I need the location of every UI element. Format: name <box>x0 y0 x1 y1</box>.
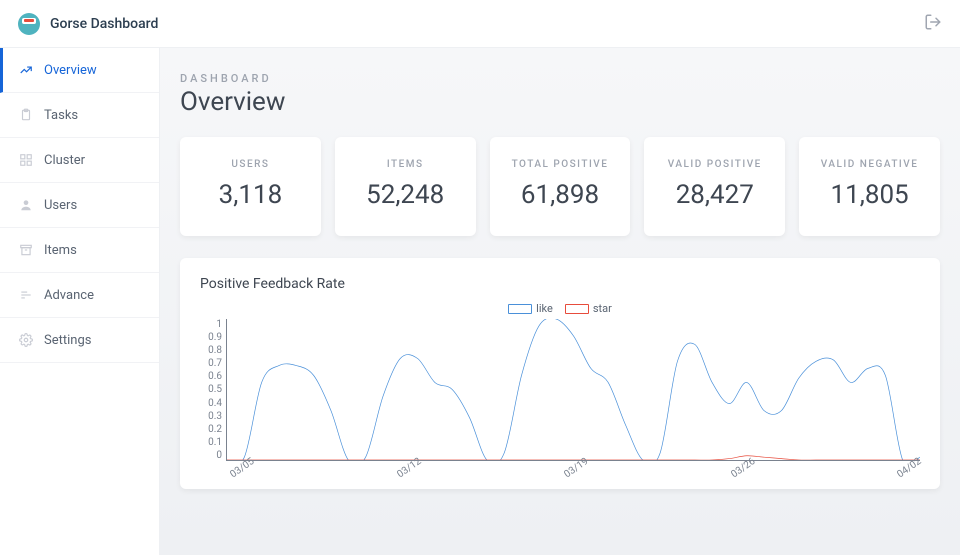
gear-icon <box>18 332 34 348</box>
page-title: Overview <box>180 87 940 117</box>
archive-icon <box>18 242 34 258</box>
sidebar-item-overview[interactable]: Overview <box>0 48 159 93</box>
stat-card: TOTAL POSITIVE 61,898 <box>490 137 631 236</box>
stat-card: VALID POSITIVE 28,427 <box>644 137 785 236</box>
topbar: Gorse Dashboard <box>0 0 960 48</box>
brand-title: Gorse Dashboard <box>50 16 158 32</box>
sidebar-item-settings[interactable]: Settings <box>0 318 159 363</box>
y-tick: 0.3 <box>200 411 222 422</box>
stat-value: 28,427 <box>654 180 775 210</box>
stat-card: USERS 3,118 <box>180 137 321 236</box>
brand-logo-icon <box>18 13 40 35</box>
legend-label: star <box>593 302 612 315</box>
sidebar-item-users[interactable]: Users <box>0 183 159 228</box>
trend-icon <box>18 62 34 78</box>
stat-row: USERS 3,118 ITEMS 52,248 TOTAL POSITIVE 61,89… <box>180 137 940 236</box>
breadcrumb: DASHBOARD <box>180 72 940 85</box>
y-tick: 0 <box>200 450 222 461</box>
stat-label: VALID NEGATIVE <box>809 159 930 170</box>
stat-value: 3,118 <box>190 180 311 210</box>
sidebar: Overview Tasks Cluster Users Items Advance Set… <box>0 48 160 555</box>
y-tick: 0.1 <box>200 437 222 448</box>
y-tick: 0.2 <box>200 424 222 435</box>
y-tick: 0.8 <box>200 345 222 356</box>
legend-label: like <box>536 302 553 315</box>
sidebar-item-advance[interactable]: Advance <box>0 273 159 318</box>
brand: Gorse Dashboard <box>18 13 158 35</box>
chart-title: Positive Feedback Rate <box>200 276 920 292</box>
sidebar-item-label: Settings <box>44 333 91 348</box>
sidebar-item-cluster[interactable]: Cluster <box>0 138 159 183</box>
chart-plot <box>226 319 920 461</box>
sidebar-item-items[interactable]: Items <box>0 228 159 273</box>
content: DASHBOARD Overview USERS 3,118 ITEMS 52,248… <box>160 48 960 555</box>
stat-value: 61,898 <box>500 180 621 210</box>
chart-y-axis: 1 0.9 0.8 0.7 0.6 0.5 0.4 0.3 0.2 0.1 0 <box>200 319 226 479</box>
stat-card: VALID NEGATIVE 11,805 <box>799 137 940 236</box>
chart-legend: like star <box>200 302 920 315</box>
chart-line-like <box>227 319 920 460</box>
stat-card: ITEMS 52,248 <box>335 137 476 236</box>
chart-area: 10.90.80.70.60.50.40.30.20.10 03/0503/12… <box>200 319 920 479</box>
legend-swatch <box>565 304 589 314</box>
y-tick: 0.5 <box>200 384 222 395</box>
y-tick: 0.6 <box>200 371 222 382</box>
sidebar-item-label: Advance <box>44 288 94 303</box>
stat-label: USERS <box>190 159 311 170</box>
chart-card: Positive Feedback Rate like star 1 0.9 0.8 0… <box>180 258 940 489</box>
stat-value: 52,248 <box>345 180 466 210</box>
sidebar-item-label: Tasks <box>44 108 78 123</box>
stat-label: ITEMS <box>345 159 466 170</box>
y-tick: 0.9 <box>200 332 222 343</box>
stat-value: 11,805 <box>809 180 930 210</box>
sidebar-item-tasks[interactable]: Tasks <box>0 93 159 138</box>
logout-icon[interactable] <box>924 13 942 35</box>
legend-item: star <box>565 302 612 315</box>
sidebar-item-label: Overview <box>44 63 97 78</box>
y-tick: 0.7 <box>200 358 222 369</box>
y-tick: 1 <box>200 319 222 330</box>
clipboard-icon <box>18 107 34 123</box>
stat-label: VALID POSITIVE <box>654 159 775 170</box>
sidebar-item-label: Users <box>44 198 77 213</box>
lines-icon <box>18 287 34 303</box>
sidebar-item-label: Items <box>44 243 77 258</box>
legend-swatch <box>508 304 532 314</box>
stat-label: TOTAL POSITIVE <box>500 159 621 170</box>
chart-x-axis: 03/0503/1203/1903/2604/02 <box>226 468 920 483</box>
legend-item: like <box>508 302 553 315</box>
grid-icon <box>18 152 34 168</box>
sidebar-item-label: Cluster <box>44 153 85 168</box>
user-icon <box>18 197 34 213</box>
y-tick: 0.4 <box>200 398 222 409</box>
